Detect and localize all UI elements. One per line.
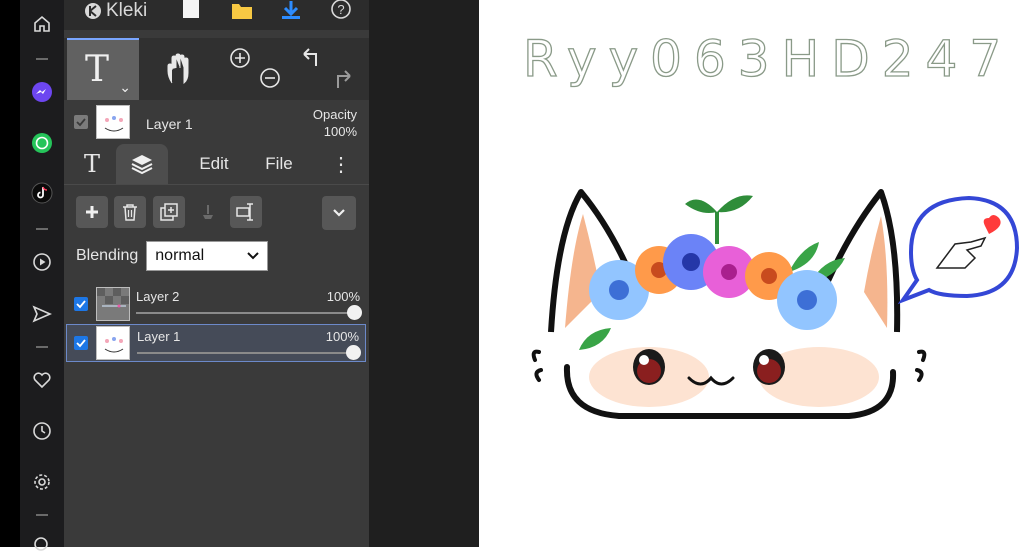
layer-visibility-checkbox[interactable] <box>74 297 88 311</box>
clock-icon[interactable] <box>30 419 54 443</box>
svg-text:?: ? <box>337 2 344 17</box>
opacity-slider-track[interactable] <box>137 352 355 354</box>
screen-edge <box>0 0 20 547</box>
new-image-icon[interactable] <box>180 0 202 20</box>
drawing-canvas[interactable]: Ryy063HD247 <box>479 0 1024 547</box>
chevron-down-icon <box>333 209 345 217</box>
blending-value: normal <box>155 247 205 264</box>
kleki-logo-icon <box>85 3 101 19</box>
merge-down-icon <box>203 205 213 219</box>
merge-layer-button[interactable] <box>192 196 224 228</box>
player-icon[interactable] <box>30 250 54 274</box>
active-layer-name: Layer 1 <box>146 116 193 132</box>
search-icon[interactable] <box>30 533 54 557</box>
opacity-label: Opacity <box>312 107 357 122</box>
canvas-margin <box>369 0 479 547</box>
opacity-slider-handle[interactable] <box>347 305 362 320</box>
kleki-panel: Kleki ? T ⌄ Layer 1 Opacity 100% T Edit … <box>64 0 369 547</box>
zoom-controls <box>224 38 284 100</box>
opacity-value: 100% <box>323 124 357 139</box>
undo-icon[interactable] <box>303 48 317 66</box>
open-folder-icon[interactable] <box>230 0 254 20</box>
layer-thumbnail <box>96 287 130 321</box>
opacity-slider-handle[interactable] <box>346 345 361 360</box>
layer-row-selected[interactable]: Layer 1 100% <box>66 324 366 362</box>
zoom-in-icon[interactable] <box>230 48 250 68</box>
chevron-down-icon <box>247 252 259 260</box>
layer-opacity: 100% <box>326 289 360 304</box>
top-bar: Kleki ? <box>64 0 369 30</box>
browser-sidebar <box>20 0 64 551</box>
panel-tabs: T Edit File ⋮ <box>64 144 369 185</box>
cat-drawing <box>531 189 1019 419</box>
layers-icon <box>131 155 153 175</box>
blending-control: Blending normal <box>76 241 269 271</box>
tiktok-icon[interactable] <box>30 181 54 205</box>
chevron-down-icon[interactable]: ⌄ <box>119 79 131 96</box>
layer-row[interactable]: Layer 2 100% <box>66 285 366 323</box>
layer-visibility-checkbox[interactable] <box>74 336 88 350</box>
add-layer-button[interactable] <box>76 196 108 228</box>
undo-redo-controls <box>292 38 362 100</box>
layer-name: Layer 1 <box>137 329 181 344</box>
gear-icon[interactable] <box>30 470 54 494</box>
opacity-slider-track[interactable] <box>136 312 356 314</box>
help-icon[interactable]: ? <box>329 0 353 20</box>
sidebar-separator <box>36 58 48 60</box>
more-options-icon[interactable]: ⋮ <box>326 144 356 184</box>
brand-label: Kleki <box>106 0 148 21</box>
tab-text-tool[interactable]: T <box>70 144 114 184</box>
duplicate-layer-button[interactable] <box>153 196 185 228</box>
rename-layer-button[interactable] <box>230 196 262 228</box>
rename-icon <box>236 203 253 221</box>
duplicate-icon <box>160 203 178 221</box>
redo-icon[interactable] <box>337 70 351 88</box>
layer-options-dropdown[interactable] <box>322 196 356 230</box>
plus-icon <box>86 206 98 218</box>
hand-icon <box>167 53 189 85</box>
layer-opacity: 100% <box>325 329 359 344</box>
tab-layers[interactable] <box>116 144 168 184</box>
opacity-display: Opacity 100% <box>313 106 357 140</box>
hand-tool-button[interactable] <box>144 38 214 100</box>
whatsapp-icon[interactable] <box>30 131 54 155</box>
kleki-logo[interactable]: Kleki <box>84 0 147 22</box>
text-tool-button[interactable]: T ⌄ <box>67 38 139 100</box>
sidebar-separator <box>36 346 48 348</box>
layer-visibility-checkbox[interactable] <box>74 115 88 129</box>
active-layer-header: Layer 1 Opacity 100% <box>64 100 369 144</box>
text-tool-glyph: T <box>85 49 110 90</box>
layer-actions <box>76 196 361 230</box>
layer-thumbnail <box>96 105 130 139</box>
zoom-out-icon[interactable] <box>260 68 280 88</box>
tab-edit[interactable]: Edit <box>174 144 254 184</box>
delete-layer-button[interactable] <box>114 196 146 228</box>
tab-file[interactable]: File <box>254 144 304 184</box>
send-icon[interactable] <box>30 302 54 326</box>
sidebar-separator <box>36 514 48 516</box>
tool-row: T ⌄ <box>64 38 369 100</box>
home-icon[interactable] <box>30 12 54 36</box>
blending-select[interactable]: normal <box>146 241 269 271</box>
layer-thumbnail <box>96 326 130 360</box>
heart-icon[interactable] <box>30 368 54 392</box>
signature-text: Ryy063HD247 <box>522 29 1014 88</box>
trash-icon <box>123 204 137 221</box>
messenger-icon[interactable] <box>30 80 54 104</box>
layer-name: Layer 2 <box>136 289 180 304</box>
download-icon[interactable] <box>279 0 303 20</box>
sidebar-separator <box>36 228 48 230</box>
blending-label: Blending <box>76 247 139 264</box>
